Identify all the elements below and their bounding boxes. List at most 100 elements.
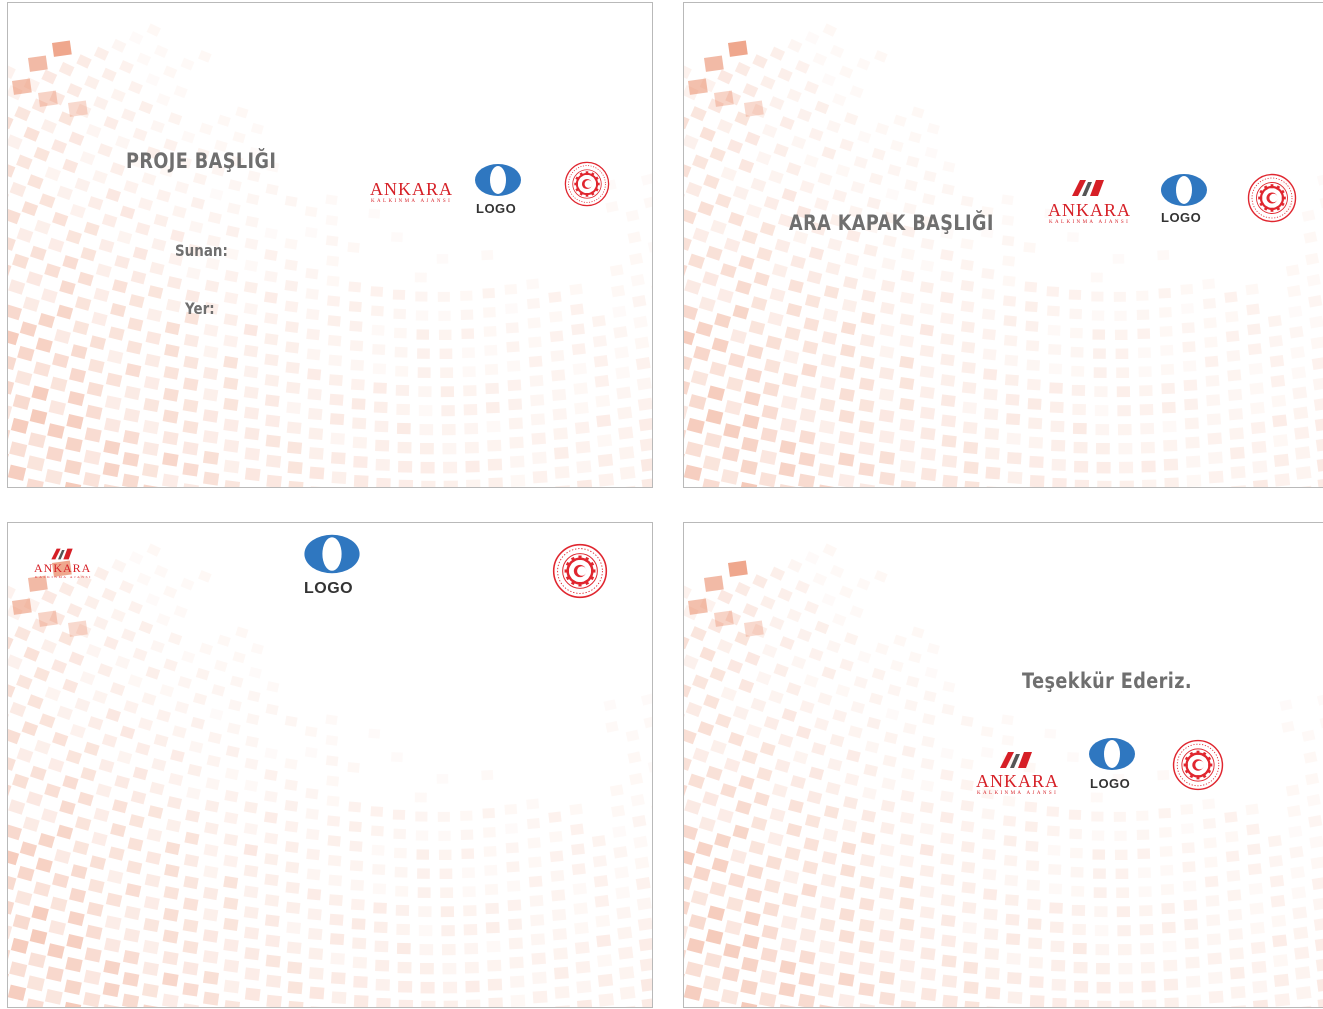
background-tile xyxy=(1094,386,1108,398)
background-tile xyxy=(684,755,692,771)
background-tile xyxy=(326,815,341,827)
background-tile xyxy=(1184,398,1199,411)
background-tile xyxy=(574,401,589,415)
background-tile xyxy=(1247,863,1262,876)
background-tile xyxy=(593,355,609,368)
background-tile xyxy=(727,139,744,154)
background-tile xyxy=(705,765,723,781)
background-tile xyxy=(77,791,94,807)
background-tile xyxy=(908,131,922,144)
background-tile xyxy=(738,255,755,270)
background-tile xyxy=(531,432,546,445)
background-tile xyxy=(305,308,320,321)
background-tile xyxy=(963,981,979,995)
background-tile xyxy=(848,725,863,739)
background-tile xyxy=(769,616,785,631)
background-tile xyxy=(1119,1000,1134,1007)
background-tile xyxy=(1052,997,1067,1007)
emblem-bar xyxy=(1018,752,1032,768)
background-tile xyxy=(41,288,58,304)
background-tile xyxy=(569,803,583,816)
background-tile xyxy=(697,201,715,217)
background-tile xyxy=(93,287,110,303)
background-tile xyxy=(8,63,16,80)
background-tile xyxy=(962,941,978,955)
background-tile xyxy=(421,1000,436,1007)
background-tile xyxy=(1267,835,1282,848)
background-tile xyxy=(56,304,74,320)
background-tile xyxy=(960,195,974,207)
background-tile xyxy=(415,310,429,321)
background-tile xyxy=(484,864,498,876)
background-tile xyxy=(786,162,802,176)
background-tile xyxy=(919,344,935,358)
background-tile xyxy=(919,302,934,316)
background-tile xyxy=(778,462,796,478)
background-tile xyxy=(964,1000,980,1007)
background-tile xyxy=(651,803,652,817)
background-tile xyxy=(487,959,502,972)
background-tile xyxy=(1246,823,1260,836)
background-tile xyxy=(1182,341,1196,353)
background-tile xyxy=(769,46,786,61)
background-tile xyxy=(764,358,781,374)
background-tile xyxy=(510,994,526,1007)
background-tile xyxy=(8,134,23,150)
background-tile xyxy=(920,987,937,1002)
background-tile xyxy=(1006,971,1022,985)
background-tile xyxy=(982,328,996,341)
background-tile xyxy=(264,832,279,845)
background-tile xyxy=(66,603,83,618)
background-tile xyxy=(753,271,770,287)
background-tile xyxy=(771,263,788,278)
background-tile xyxy=(962,421,978,435)
background-tile xyxy=(110,88,126,103)
background-tile xyxy=(326,295,341,307)
background-tile xyxy=(223,811,239,825)
background-tile xyxy=(127,837,144,852)
background-tile xyxy=(443,480,458,487)
background-tile xyxy=(265,414,281,428)
background-tile xyxy=(528,355,543,368)
background-tile xyxy=(182,462,199,477)
background-tile xyxy=(698,296,716,312)
background-tile xyxy=(44,166,61,182)
background-tile xyxy=(841,818,858,833)
background-tile xyxy=(202,908,219,922)
background-tile xyxy=(504,303,518,315)
background-tile xyxy=(223,397,239,412)
background-tile xyxy=(684,329,696,346)
background-tile xyxy=(1006,451,1022,465)
background-tile xyxy=(985,486,1002,487)
closing-title: Teşekkür Ederiz. xyxy=(1022,669,1193,693)
background-tile xyxy=(1273,453,1290,467)
background-tile xyxy=(203,323,219,337)
background-tile xyxy=(941,183,955,196)
background-tile xyxy=(368,208,381,219)
background-tile xyxy=(79,671,96,686)
background-tile xyxy=(1072,942,1087,955)
background-tile xyxy=(33,881,51,897)
tile-pattern-background xyxy=(684,23,1323,487)
background-tile xyxy=(1024,281,1038,293)
background-tile xyxy=(841,298,858,313)
background-tile xyxy=(835,164,851,178)
background-tile xyxy=(596,414,612,428)
background-tile xyxy=(1312,897,1323,911)
background-tile xyxy=(304,226,318,239)
background-tile xyxy=(481,249,494,261)
background-tile xyxy=(983,388,998,401)
background-tile xyxy=(684,464,703,481)
background-tile xyxy=(1002,815,1017,827)
background-tile xyxy=(822,308,839,322)
background-tile xyxy=(418,906,432,918)
background-tile xyxy=(124,905,141,921)
background-tile xyxy=(702,975,721,992)
background-tile xyxy=(202,450,219,465)
background-tile xyxy=(1252,479,1269,487)
background-tile xyxy=(715,193,732,209)
background-tile xyxy=(1029,995,1045,1007)
background-tile xyxy=(762,381,780,397)
background-tile xyxy=(1001,215,1015,226)
background-tile xyxy=(1067,232,1079,243)
